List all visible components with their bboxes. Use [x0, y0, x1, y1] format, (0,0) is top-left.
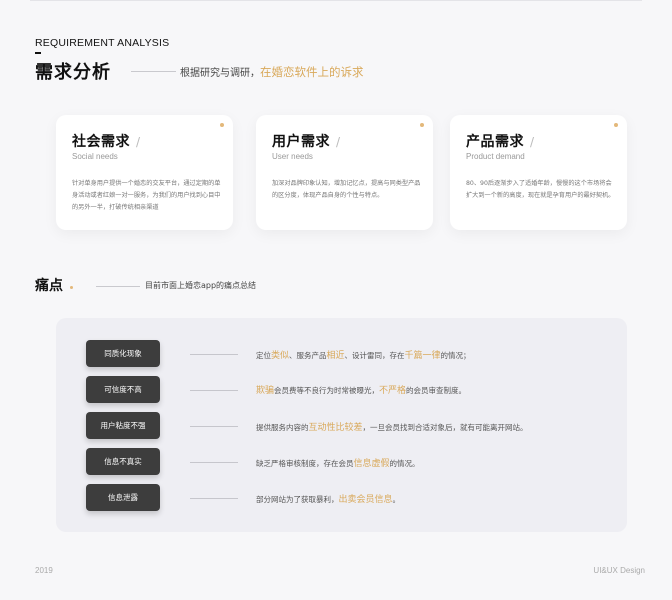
card-social-needs: 社会需求 / Social needs 针对单身用户提供一个婚恋的交友平台，通过定… [56, 115, 233, 230]
pain-row-line [190, 354, 238, 355]
plain-text: 缺乏严格审核制度，存在会员 [256, 459, 354, 468]
section-eyebrow: REQUIREMENT ANALYSIS [35, 37, 170, 49]
pain-row-text: 部分网站为了获取暴利，出卖会员信息。 [256, 492, 400, 505]
card-accent-dot [220, 123, 224, 127]
pain-points-subtitle: 目前市面上婚恋app的痛点总结 [145, 281, 257, 290]
card-title: 用户需求 / [272, 131, 341, 151]
plain-text: ，一旦会员找到合适对象后，就有可能离开网站。 [362, 423, 528, 432]
card-body: 加深对品牌印象认知，增加记忆点，提高与同类型产品的区分度，体现产品自身的个性与特… [272, 180, 421, 199]
plain-text: 的情况。 [389, 459, 420, 468]
pain-row-text: 提供服务内容的互动性比较差，一旦会员找到合适对象后，就有可能离开网站。 [256, 420, 528, 433]
pain-points-title: 痛点 [35, 278, 63, 294]
pain-tag-stickiness: 用户粘度不强 [86, 412, 160, 439]
eyebrow-dash [35, 52, 41, 54]
pain-tag-homogeneity: 同质化现象 [86, 340, 160, 367]
card-user-needs: 用户需求 / User needs 加深对品牌印象认知，增加记忆点，提高与同类型产… [256, 115, 433, 230]
card-product-demand: 产品需求 / Product demand 80、90后逐渐步入了适婚年龄，慢慢的… [450, 115, 627, 230]
plain-text: 、设计雷同，存在 [344, 351, 405, 360]
card-title-text: 产品需求 [466, 134, 524, 150]
highlight-text: 相近 [326, 351, 345, 361]
plain-text: 部分网站为了获取暴利， [256, 495, 339, 504]
pain-tag-leak: 信息泄露 [86, 484, 160, 511]
highlight-text: 不严格 [379, 386, 407, 396]
highlight-text: 千篇一律 [404, 351, 441, 361]
pain-row-text: 定位类似、服务产品相近、设计雷同，存在千篇一律的情况； [256, 348, 471, 361]
card-title: 社会需求 / [72, 131, 141, 151]
page-subtitle: 根据研究与调研，在婚恋软件上的诉求 [180, 64, 364, 80]
pain-tag-credibility: 可信度不高 [86, 376, 160, 403]
plain-text: 的情况； [440, 351, 471, 360]
card-slash: / [336, 135, 341, 149]
plain-text: 的会员审查制度。 [406, 386, 467, 395]
subtitle-highlight: 在婚恋软件上的诉求 [260, 65, 364, 79]
pain-row-line [190, 390, 238, 391]
pain-row-line [190, 462, 238, 463]
card-subtitle-en: User needs [272, 152, 313, 161]
pain-row-text: 缺乏严格审核制度，存在会员信息虚假的情况。 [256, 456, 420, 469]
pain-tag-authenticity: 信息不真实 [86, 448, 160, 475]
card-title: 产品需求 / [466, 131, 535, 151]
card-body: 80、90后逐渐步入了适婚年龄，慢慢的这个市场将会扩大到一个新的高度，现在就是孕… [466, 180, 615, 199]
highlight-text: 欺骗 [256, 386, 275, 396]
pain-row-line [190, 426, 238, 427]
pain-connector-line [96, 286, 140, 287]
title-connector-line [131, 71, 176, 72]
card-subtitle-en: Product demand [466, 152, 525, 161]
plain-text: 定位 [256, 351, 271, 360]
page-title: 需求分析 [35, 62, 111, 83]
card-subtitle-en: Social needs [72, 152, 118, 161]
highlight-text: 出卖会员信息 [338, 495, 393, 505]
highlight-text: 类似 [271, 351, 290, 361]
highlight-text: 信息虚假 [353, 459, 390, 469]
footer-year: 2019 [35, 566, 53, 575]
card-slash: / [530, 135, 535, 149]
subtitle-prefix: 根据研究与调研， [180, 68, 260, 79]
card-title-text: 用户需求 [272, 134, 330, 150]
card-title-text: 社会需求 [72, 134, 130, 150]
pain-row-line [190, 498, 238, 499]
pain-row-text: 欺骗会员费等不良行为时常被曝光，不严格的会员审查制度。 [256, 383, 466, 396]
top-divider [30, 0, 642, 1]
highlight-text: 互动性比较差 [308, 423, 363, 433]
plain-text: 。 [392, 495, 401, 504]
card-accent-dot [614, 123, 618, 127]
card-body: 针对单身用户提供一个婚恋的交友平台，通过定期的单身活动或者红娘一对一服务，为我们… [72, 180, 221, 211]
plain-text: 、服务产品 [289, 351, 327, 360]
pain-accent-dot [70, 286, 73, 289]
plain-text: 提供服务内容的 [256, 423, 309, 432]
plain-text: 会员费等不良行为时常被曝光， [274, 386, 380, 395]
card-accent-dot [420, 123, 424, 127]
footer-brand: UI&UX Design [593, 566, 645, 575]
card-slash: / [136, 135, 141, 149]
